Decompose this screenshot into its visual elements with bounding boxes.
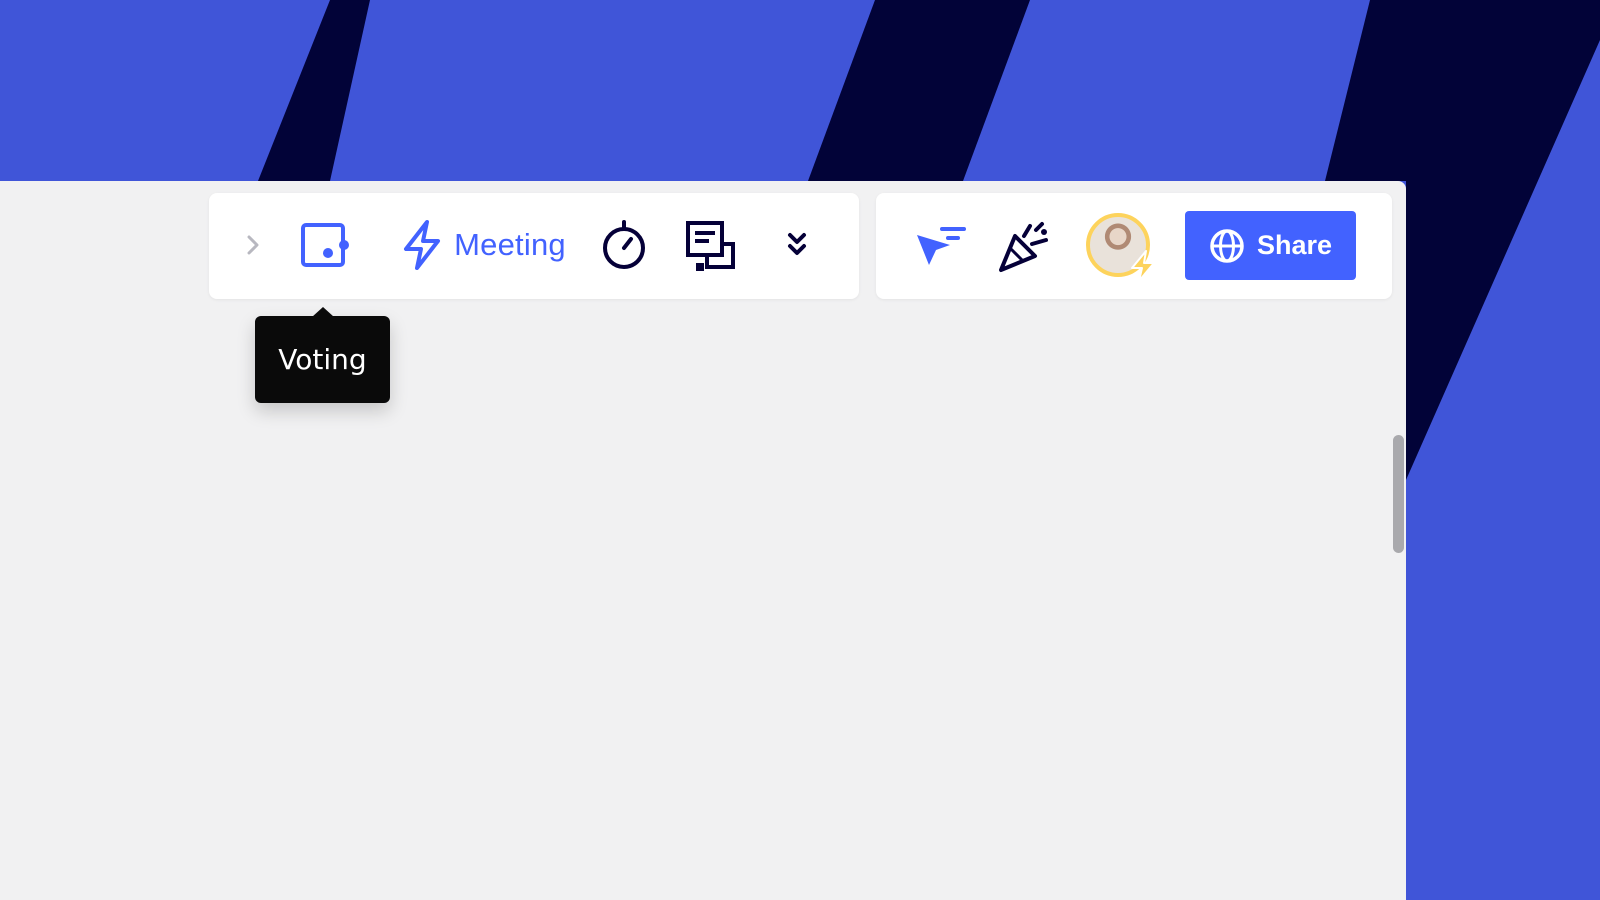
globe-icon xyxy=(1210,228,1244,263)
vertical-scrollbar[interactable] xyxy=(1393,435,1404,553)
tooltip-text: Voting xyxy=(278,343,367,376)
lightning-icon xyxy=(404,220,441,270)
user-avatar[interactable] xyxy=(1086,213,1155,282)
stopwatch-icon xyxy=(603,220,645,269)
timer-button[interactable] xyxy=(598,218,650,272)
party-popper-icon xyxy=(999,222,1048,272)
meeting-label: Meeting xyxy=(454,227,566,262)
chevron-right-icon xyxy=(247,235,259,255)
voting-icon xyxy=(301,223,349,267)
share-label: Share xyxy=(1256,230,1333,260)
notes-button[interactable] xyxy=(684,219,738,275)
expand-toolbar-button[interactable] xyxy=(238,228,268,262)
voting-tooltip: Voting xyxy=(255,307,390,403)
meeting-button[interactable]: Meeting xyxy=(388,218,578,272)
cursor-filter-icon xyxy=(917,227,966,265)
voting-button[interactable] xyxy=(296,219,352,271)
more-tools-button[interactable] xyxy=(782,228,812,262)
notes-icon xyxy=(686,221,735,271)
double-chevron-down-icon xyxy=(788,233,806,255)
lightning-icon xyxy=(1131,250,1155,282)
reactions-button[interactable] xyxy=(996,218,1052,274)
share-button[interactable]: Share xyxy=(1185,211,1356,280)
cursor-visibility-button[interactable] xyxy=(912,220,970,270)
